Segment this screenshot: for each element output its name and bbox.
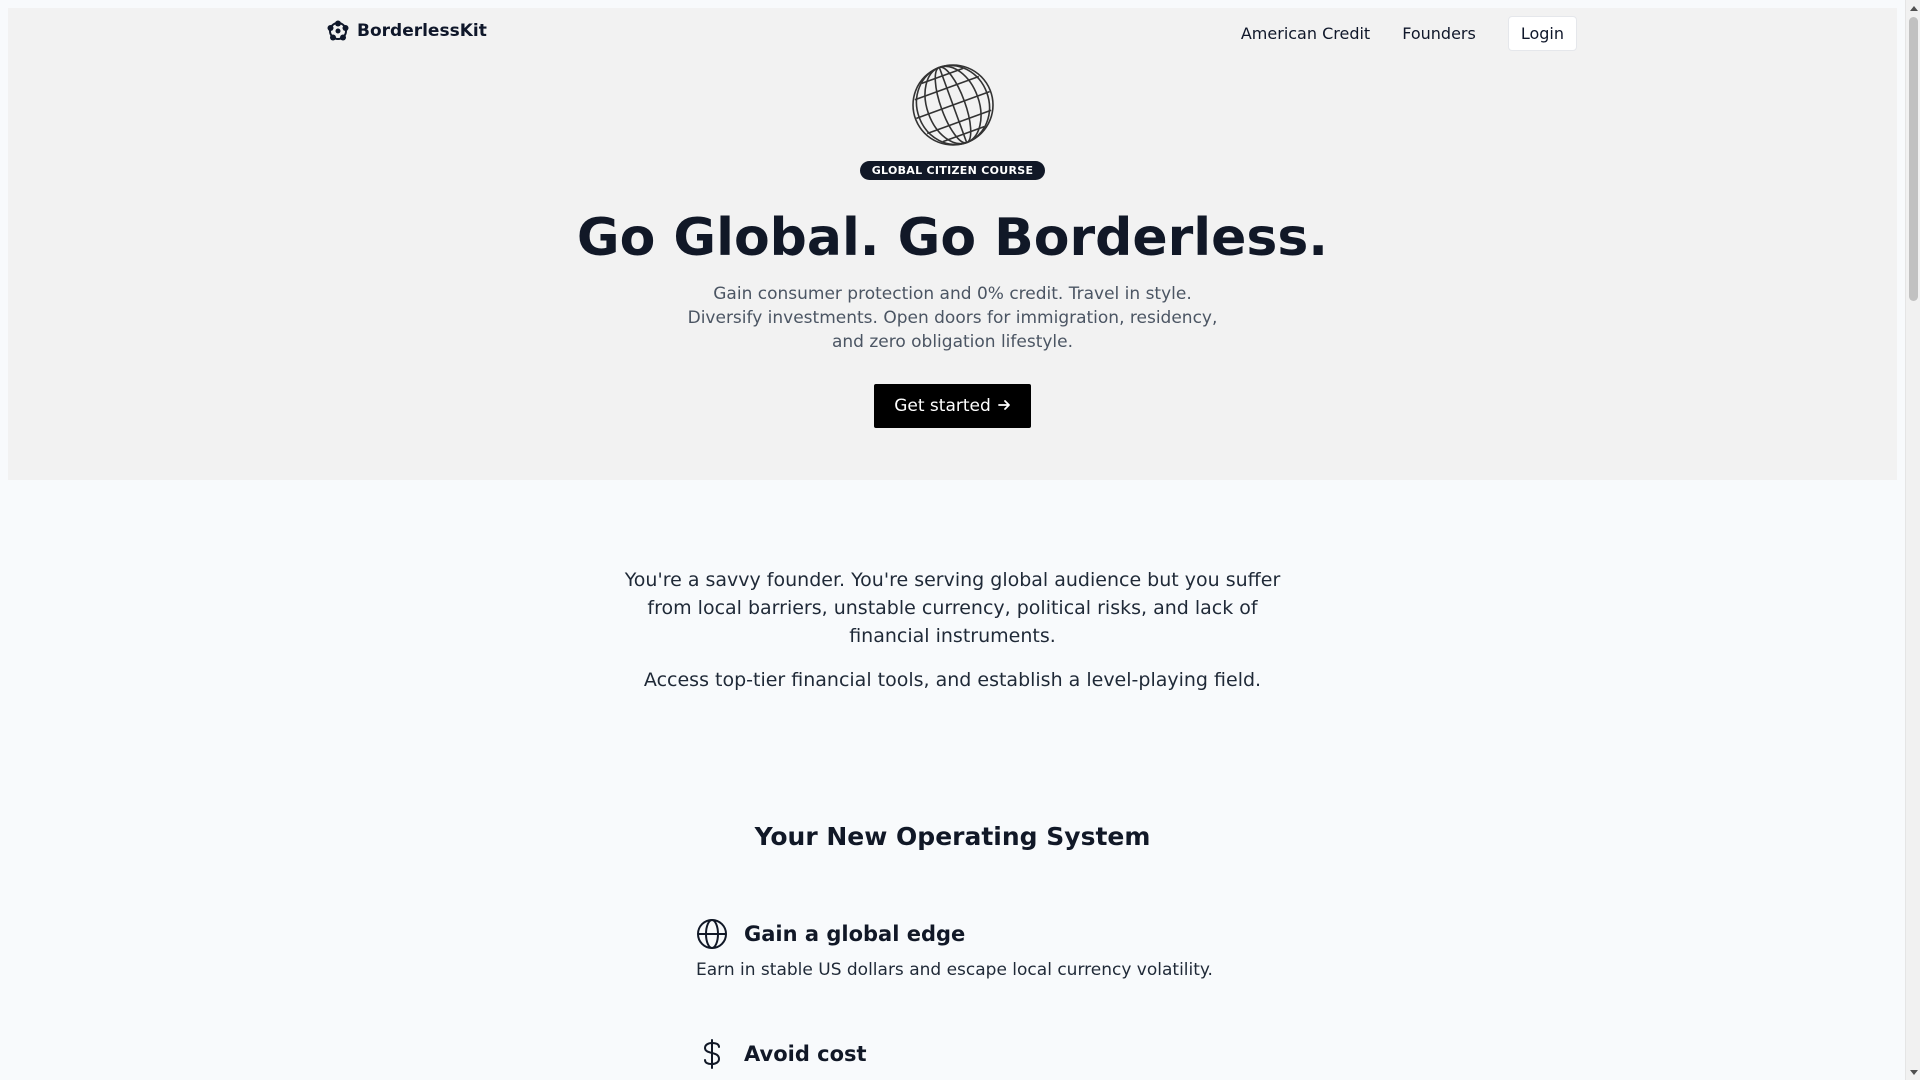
scroll-up-icon[interactable] [1906, 0, 1920, 15]
feature-header: Gain a global edge [696, 918, 1256, 950]
nav-links: American Credit Founders Login [1225, 16, 1577, 51]
get-started-button[interactable]: Get started [874, 384, 1031, 428]
feature-avoid-cost: Avoid cost [696, 1038, 1256, 1070]
globe-icon [696, 918, 728, 950]
scrollbar-thumb[interactable] [1909, 17, 1918, 301]
nav-link-founders[interactable]: Founders [1386, 16, 1492, 51]
top-nav: BorderlessKit American Credit Founders L… [8, 8, 1897, 56]
feature-global-edge: Gain a global edge Earn in stable US dol… [696, 918, 1256, 980]
scroll-down-icon[interactable] [1906, 1065, 1920, 1080]
nav-link-american-credit[interactable]: American Credit [1225, 16, 1386, 51]
page-scrollbar[interactable] [1905, 0, 1920, 1080]
intro-paragraph-secondary: Access top-tier financial tools, and est… [643, 669, 1262, 691]
brand-mark-icon [327, 20, 349, 42]
brand-name: BorderlessKit [357, 21, 487, 41]
arrow-right-icon [997, 397, 1011, 416]
feature-title: Avoid cost [744, 1042, 867, 1066]
hero-globe-icon [911, 63, 995, 147]
course-badge: GLOBAL CITIZEN COURSE [859, 161, 1046, 180]
feature-header: Avoid cost [696, 1038, 1256, 1070]
get-started-label: Get started [894, 396, 991, 416]
dollar-icon [696, 1038, 728, 1070]
section-title: Your New Operating System [754, 822, 1151, 851]
intro-paragraph: You're a savvy founder. You're serving g… [624, 569, 1281, 647]
intro-section: You're a savvy founder. You're serving g… [0, 566, 1905, 694]
feature-title: Gain a global edge [744, 922, 966, 946]
feature-description: Earn in stable US dollars and escape loc… [696, 960, 1213, 980]
hero-title: Go Global. Go Borderless. [576, 208, 1329, 268]
brand-logo[interactable]: BorderlessKit [327, 20, 487, 42]
hero-subtitle: Gain consumer protection and 0% credit. … [687, 284, 1218, 352]
login-button[interactable]: Login [1507, 16, 1577, 51]
hero-content: GLOBAL CITIZEN COURSE Go Global. Go Bord… [8, 63, 1897, 428]
hero-section: BorderlessKit American Credit Founders L… [8, 8, 1897, 480]
